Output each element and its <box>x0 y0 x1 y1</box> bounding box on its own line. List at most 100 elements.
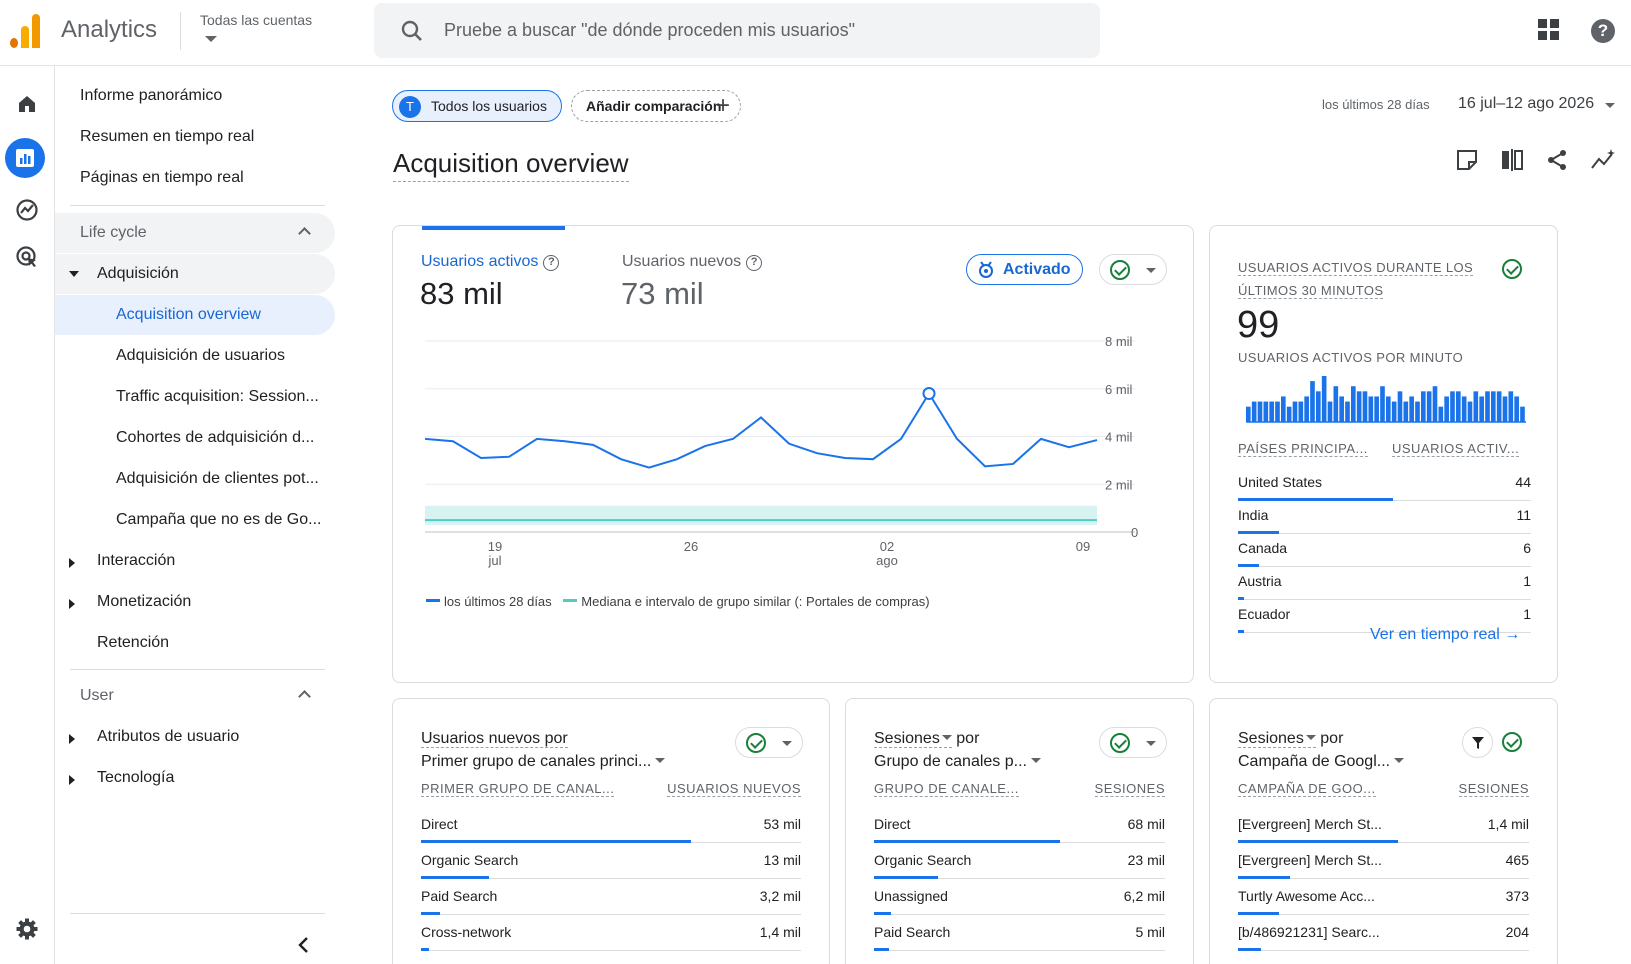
help-icon[interactable]: ? <box>1591 19 1615 43</box>
filter-button[interactable] <box>1462 727 1493 758</box>
nav-item-retention[interactable]: Retención <box>55 623 335 663</box>
table-row[interactable]: Direct 68 mil <box>874 810 1165 843</box>
nav-item-traffic-acquisition[interactable]: Traffic acquisition: Session... <box>55 377 335 417</box>
compare-icon[interactable] <box>1500 148 1524 172</box>
column-header[interactable]: SESIONES <box>1458 781 1529 797</box>
nav-item-acquisition-cohorts[interactable]: Cohortes de adquisición d... <box>55 418 335 458</box>
metric-selector[interactable]: Sesiones <box>874 730 952 748</box>
nav-item-engagement[interactable]: Interacción <box>55 541 335 581</box>
nav-item-user-attributes[interactable]: Atributos de usuario <box>55 717 335 757</box>
column-header[interactable]: CAMPAÑA DE GOO... <box>1238 781 1376 797</box>
table-row[interactable]: [Evergreen] Merch St... 465 <box>1238 846 1529 879</box>
home-icon[interactable] <box>10 87 44 121</box>
nav-section-lifecycle[interactable]: Life cycle <box>55 213 335 253</box>
nav-item-overview[interactable]: Informe panorámico <box>55 76 335 116</box>
metric-tab-active-users[interactable]: Usuarios activos? <box>421 253 560 271</box>
metric-selector[interactable]: Usuarios nuevos por <box>421 730 568 748</box>
column-header[interactable]: USUARIOS NUEVOS <box>667 781 801 797</box>
minute-bar <box>1502 396 1508 422</box>
column-header[interactable]: SESIONES <box>1094 781 1165 797</box>
nav-item-non-google-campaign[interactable]: Campaña que no es de Go... <box>55 500 335 540</box>
column-header[interactable]: USUARIOS ACTIV... <box>1392 441 1520 457</box>
insights-icon[interactable] <box>1590 148 1616 172</box>
table-row[interactable]: Turtly Awesome Acc... 373 <box>1238 882 1529 915</box>
table-row[interactable]: Paid Search 3,2 mil <box>421 882 801 915</box>
account-caret-icon[interactable] <box>205 36 217 42</box>
dimension-selector[interactable]: Primer grupo de canales princi... <box>421 750 666 773</box>
table-row[interactable]: [Evergreen] Merch St... 1,4 mil <box>1238 810 1529 843</box>
date-range-label[interactable]: los últimos 28 días <box>1322 97 1430 112</box>
status-dropdown[interactable] <box>1099 727 1167 758</box>
nav-item-realtime-overview[interactable]: Resumen en tiempo real <box>55 117 335 157</box>
nav-item-monetization[interactable]: Monetización <box>55 582 335 622</box>
dimension-selector[interactable]: Grupo de canales p... <box>874 750 1041 773</box>
settings-gear-icon[interactable] <box>10 912 44 946</box>
minute-bar <box>1339 396 1344 422</box>
view-realtime-link[interactable]: Ver en tiempo real → <box>1370 626 1520 644</box>
row-proportion-bar <box>1238 876 1291 879</box>
analytics-logo-icon[interactable] <box>10 14 42 48</box>
account-selector-label[interactable]: Todas las cuentas <box>200 12 312 28</box>
explore-icon[interactable] <box>10 193 44 227</box>
search-input[interactable] <box>444 3 1074 58</box>
nav-section-label: User <box>80 687 114 704</box>
dimension-label: Grupo de canales p... <box>874 753 1027 770</box>
help-icon[interactable]: ? <box>543 255 560 271</box>
metric-selector[interactable]: Sesiones <box>1238 730 1316 748</box>
nav-item-lead-acquisition[interactable]: Adquisición de clientes pot... <box>55 459 335 499</box>
minute-bar <box>1333 386 1339 422</box>
table-row[interactable]: Unassigned 6,2 mil <box>874 882 1165 915</box>
nav-section-user[interactable]: User <box>55 676 335 716</box>
audience-chip[interactable]: T Todos los usuarios <box>392 90 562 122</box>
nav-item-acquisition-overview[interactable]: Acquisition overview <box>55 295 335 335</box>
table-row[interactable]: Direct 53 mil <box>421 810 801 843</box>
row-value: 53 mil <box>763 816 801 832</box>
table-row[interactable]: Paid Search 5 mil <box>874 918 1165 951</box>
column-header-text: GRUPO DE CANALE... <box>874 781 1019 797</box>
check-circle-icon <box>1110 260 1130 280</box>
legend-label: Mediana e intervalo de grupo similar (: … <box>581 594 930 609</box>
reports-icon[interactable] <box>5 138 45 178</box>
minute-bar <box>1374 396 1379 422</box>
table-row[interactable]: [b/486921231] Searc... 204 <box>1238 918 1529 951</box>
add-comparison-button[interactable]: Añadir comparación + <box>571 90 741 122</box>
table-row[interactable]: Canada 6 <box>1238 534 1531 567</box>
table-row[interactable]: Austria 1 <box>1238 567 1531 600</box>
table-row[interactable]: Organic Search 13 mil <box>421 846 801 879</box>
column-header-text: USUARIOS ACTIV... <box>1392 441 1520 457</box>
column-header[interactable]: GRUPO DE CANALE... <box>874 781 1019 797</box>
check-circle-icon[interactable] <box>1502 259 1522 279</box>
table-row[interactable]: India 11 <box>1238 501 1531 534</box>
table-row[interactable]: United States 44 <box>1238 468 1531 501</box>
date-range-value[interactable]: 16 jul–12 ago 2026 <box>1458 95 1594 113</box>
help-icon[interactable]: ? <box>746 255 763 271</box>
date-dropdown-icon[interactable] <box>1605 103 1615 108</box>
column-header[interactable]: PRIMER GRUPO DE CANAL... <box>421 781 615 797</box>
minute-bar <box>1391 401 1397 422</box>
nav-item-technology[interactable]: Tecnología <box>55 758 335 798</box>
chevron-down-icon <box>1146 268 1156 273</box>
table-row[interactable]: Organic Search 23 mil <box>874 846 1165 879</box>
metric-tab-new-users[interactable]: Usuarios nuevos? <box>622 253 763 271</box>
realtime-title-text: USUARIOS ACTIVOS DURANTE LOS ÚLTIMOS 30 … <box>1238 260 1474 299</box>
column-header-text: SESIONES <box>1458 781 1529 797</box>
dimension-selector[interactable]: Campaña de Googl... <box>1238 750 1405 773</box>
legend-swatch <box>563 599 578 602</box>
table-row[interactable]: Cross-network 1,4 mil <box>421 918 801 951</box>
status-dropdown[interactable] <box>735 727 803 758</box>
nav-item-label: Monetización <box>97 593 192 610</box>
nav-item-realtime-pages[interactable]: Páginas en tiempo real <box>55 158 335 198</box>
search-bar[interactable] <box>374 3 1100 58</box>
column-header[interactable]: PAÍSES PRINCIPA... <box>1238 441 1368 457</box>
share-icon[interactable] <box>1545 148 1569 172</box>
advertising-icon[interactable] <box>10 240 44 274</box>
check-circle-icon[interactable] <box>1502 732 1522 752</box>
nav-item-acquisition[interactable]: Adquisición <box>55 254 335 294</box>
x-tick-label: 19 <box>488 539 502 554</box>
edit-report-icon[interactable] <box>1455 148 1479 172</box>
collapse-nav-icon[interactable] <box>297 936 311 954</box>
nav-item-user-acquisition[interactable]: Adquisición de usuarios <box>55 336 335 376</box>
apps-grid-icon[interactable] <box>1538 19 1560 41</box>
activated-badge[interactable]: Activado <box>966 254 1083 285</box>
status-dropdown[interactable] <box>1099 254 1167 285</box>
